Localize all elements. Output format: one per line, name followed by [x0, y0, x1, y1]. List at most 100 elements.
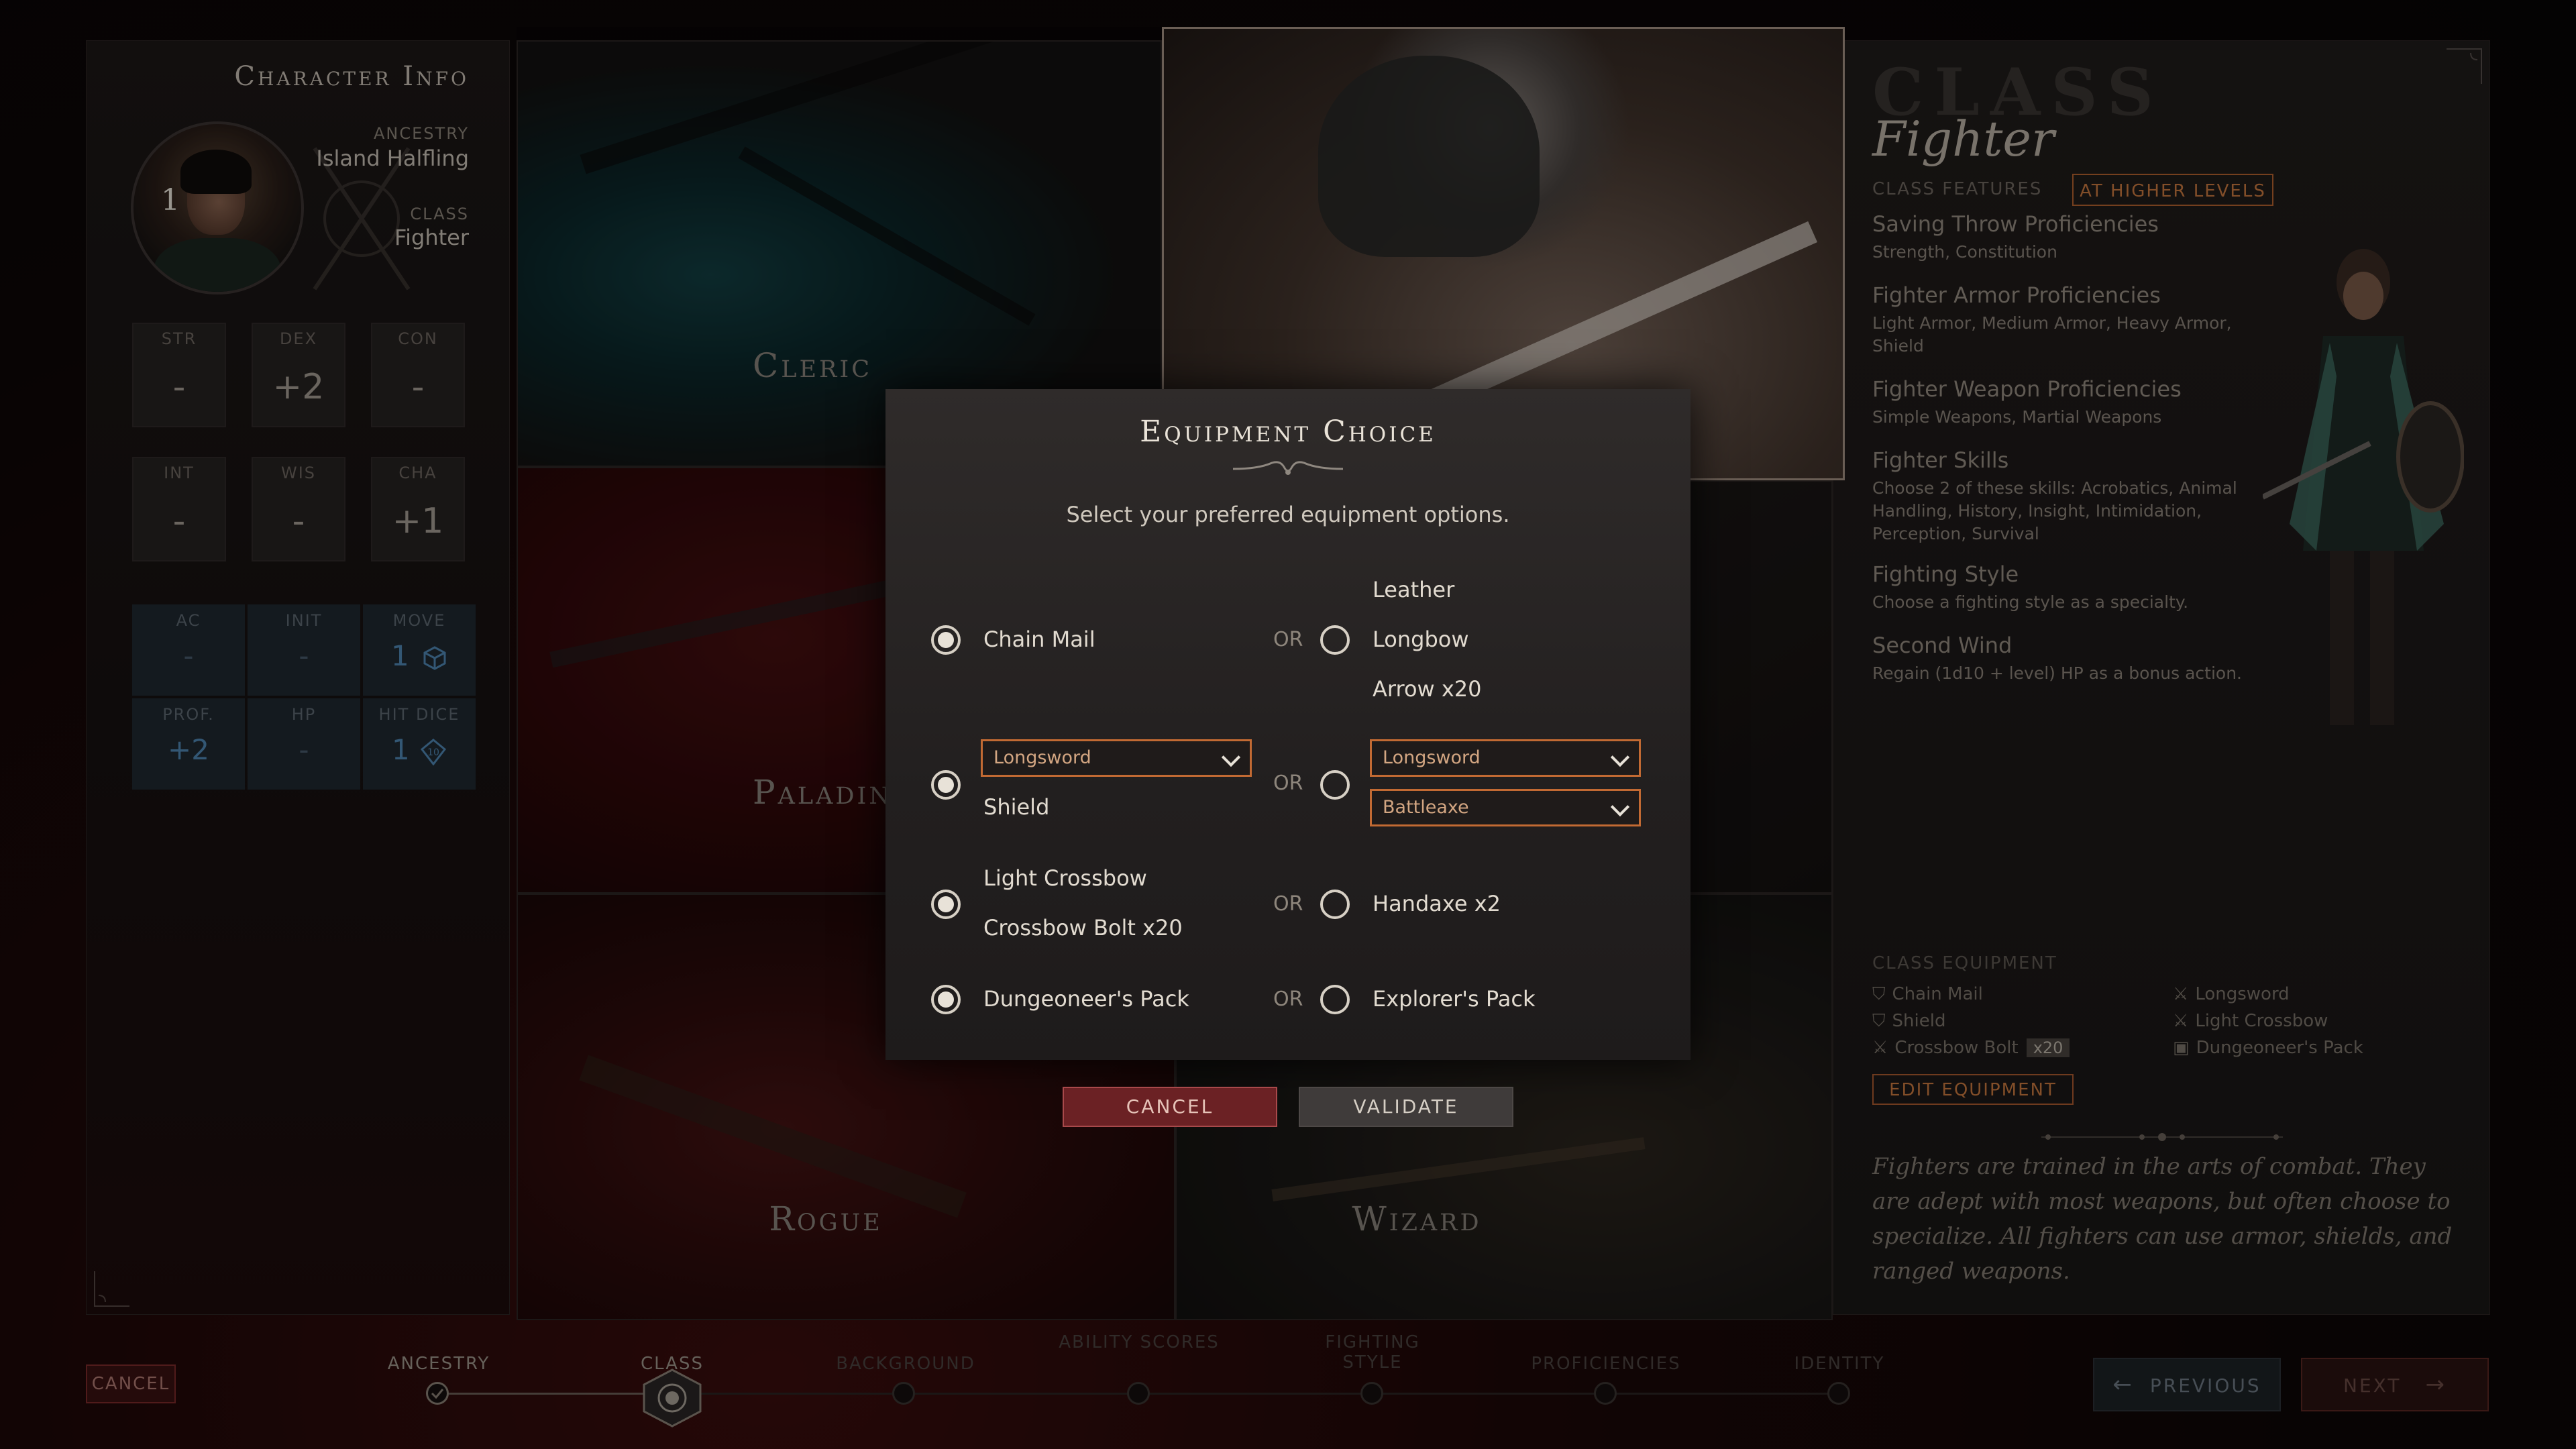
chevron-down-icon: [1610, 797, 1630, 817]
sword-icon: ⚔: [2173, 984, 2189, 1004]
class-panel-name: Fighter: [1872, 111, 2055, 167]
at-higher-levels-button[interactable]: AT HIGHER LEVELS: [2072, 174, 2273, 206]
arrow-right-icon: →: [2425, 1371, 2447, 1398]
edit-equipment-button[interactable]: EDIT EQUIPMENT: [1872, 1074, 2074, 1105]
step-ability-scores[interactable]: [1127, 1382, 1150, 1405]
option-radio-row1-left[interactable]: [931, 625, 961, 655]
option-text: Handaxe x2: [1373, 891, 1501, 916]
previous-button[interactable]: ← PREVIOUS: [2093, 1358, 2281, 1411]
stat-prof: PROF. +2: [132, 698, 245, 790]
fighter-character-model: [2263, 249, 2464, 725]
feature-desc: Regain (1d10 + level) HP as a bonus acti…: [1872, 663, 2242, 683]
feature-title: Fighter Skills: [1872, 447, 2009, 473]
step-class-active-emblem[interactable]: [639, 1366, 706, 1430]
ancestry-value: Island Halfling: [316, 146, 469, 171]
stat-move: MOVE 1: [363, 604, 476, 696]
class-equipment-label: CLASS EQUIPMENT: [1872, 953, 2057, 973]
option-text: Dungeoneer's Pack: [983, 986, 1189, 1012]
hit-dice-value: 1: [391, 733, 410, 766]
class-description: Fighters are trained in the arts of comb…: [1872, 1153, 2453, 1285]
class-value: Fighter: [394, 225, 469, 250]
step-identity[interactable]: [1827, 1382, 1850, 1405]
flourish-ornament-icon: [1232, 461, 1344, 475]
character-level: 1: [161, 183, 180, 217]
stat-ac: AC -: [132, 604, 245, 696]
option-text: Longbow: [1373, 627, 1469, 652]
option-text: Light Crossbow: [983, 865, 1147, 891]
weapon-select-row2-right-1[interactable]: Longsword: [1370, 739, 1641, 777]
step-label-ancestry: ANCESTRY: [387, 1354, 490, 1374]
modal-cancel-button[interactable]: CANCEL: [1063, 1087, 1277, 1127]
option-radio-row2-left[interactable]: [931, 770, 961, 800]
option-radio-row3-left[interactable]: [931, 890, 961, 919]
ancestry-label: ANCESTRY: [374, 124, 469, 143]
feature-title: Second Wind: [1872, 633, 2012, 658]
or-label: OR: [1273, 771, 1303, 795]
equip-item: ⚔ Longsword: [2173, 984, 2290, 1004]
step-proficiencies[interactable]: [1594, 1382, 1617, 1405]
shield-icon: ⛉: [1872, 1011, 1886, 1031]
step-background[interactable]: [892, 1382, 915, 1405]
modal-title: Equipment Choice: [1140, 415, 1436, 449]
character-portrait[interactable]: [131, 121, 304, 294]
option-text: Chain Mail: [983, 627, 1095, 652]
pack-icon: ▣: [2173, 1038, 2190, 1058]
option-text: Shield: [983, 794, 1050, 820]
option-radio-row2-right[interactable]: [1320, 770, 1350, 800]
corner-ornament-icon: [2447, 48, 2482, 84]
modal-subtitle: Select your preferred equipment options.: [1066, 502, 1510, 527]
corner-ornament-icon: [94, 1271, 129, 1307]
ability-str: STR -: [132, 323, 226, 427]
equip-item: ⚔ Crossbow Bolt x20: [1872, 1038, 2070, 1058]
move-value: 1: [390, 639, 409, 672]
weapon-select-row2-left[interactable]: Longsword: [981, 739, 1252, 777]
d10-icon: 10: [420, 738, 447, 765]
or-label: OR: [1273, 892, 1303, 916]
sword-icon: ⚔: [1872, 1038, 1888, 1058]
weapon-select-row2-right-2[interactable]: Battleaxe: [1370, 789, 1641, 826]
equip-item: ▣ Dungeoneer's Pack: [2173, 1038, 2363, 1058]
step-label-identity: IDENTITY: [1794, 1354, 1885, 1374]
step-label-ability-scores: ABILITY SCORES: [1059, 1332, 1220, 1352]
character-info-title: Character Info: [234, 61, 469, 92]
next-button[interactable]: NEXT →: [2301, 1358, 2489, 1411]
step-label-proficiencies: PROFICIENCIES: [1531, 1354, 1681, 1374]
cube-icon: [423, 645, 446, 670]
step-label-fighting-style: FIGHTING STYLE: [1325, 1332, 1420, 1373]
sword-icon: ⚔: [2173, 1011, 2189, 1031]
option-text: Arrow x20: [1373, 676, 1482, 702]
equip-item: ⛉ Shield: [1872, 1011, 1946, 1031]
stat-hp: HP -: [248, 698, 360, 790]
feature-title: Fighting Style: [1872, 561, 2019, 587]
or-label: OR: [1273, 987, 1303, 1011]
option-text: Crossbow Bolt x20: [983, 915, 1183, 941]
arrow-left-icon: ←: [2112, 1371, 2134, 1398]
stat-init: INIT -: [248, 604, 360, 696]
option-radio-row1-right[interactable]: [1320, 625, 1350, 655]
option-text: Leather: [1373, 577, 1455, 602]
feature-title: Fighter Weapon Proficiencies: [1872, 376, 2182, 402]
ability-cha: CHA +1: [371, 457, 465, 561]
ability-wis: WIS -: [252, 457, 345, 561]
ability-con: CON -: [371, 323, 465, 427]
feature-desc: Strength, Constitution: [1872, 242, 2057, 262]
step-label-background: BACKGROUND: [836, 1354, 975, 1374]
steps-track-progress: [437, 1393, 672, 1395]
option-text: Explorer's Pack: [1373, 986, 1536, 1012]
feature-desc: Simple Weapons, Martial Weapons: [1872, 407, 2162, 427]
chevron-down-icon: [1610, 747, 1630, 767]
ability-dex: DEX +2: [252, 323, 345, 427]
check-icon: [431, 1389, 444, 1399]
stat-hit-dice: HIT DICE 1 10: [363, 698, 476, 790]
step-ancestry[interactable]: [426, 1382, 449, 1405]
modal-validate-button[interactable]: VALIDATE: [1299, 1087, 1513, 1127]
option-radio-row4-left[interactable]: [931, 985, 961, 1014]
footer-cancel-button[interactable]: CANCEL: [86, 1364, 176, 1403]
equipment-choice-modal: Equipment Choice Select your preferred e…: [885, 389, 1690, 1060]
quantity-badge: x20: [2026, 1038, 2070, 1057]
option-radio-row3-right[interactable]: [1320, 890, 1350, 919]
feature-title: Saving Throw Proficiencies: [1872, 211, 2159, 237]
step-fighting-style[interactable]: [1360, 1382, 1383, 1405]
option-radio-row4-right[interactable]: [1320, 985, 1350, 1014]
class-label: CLASS: [410, 205, 469, 223]
